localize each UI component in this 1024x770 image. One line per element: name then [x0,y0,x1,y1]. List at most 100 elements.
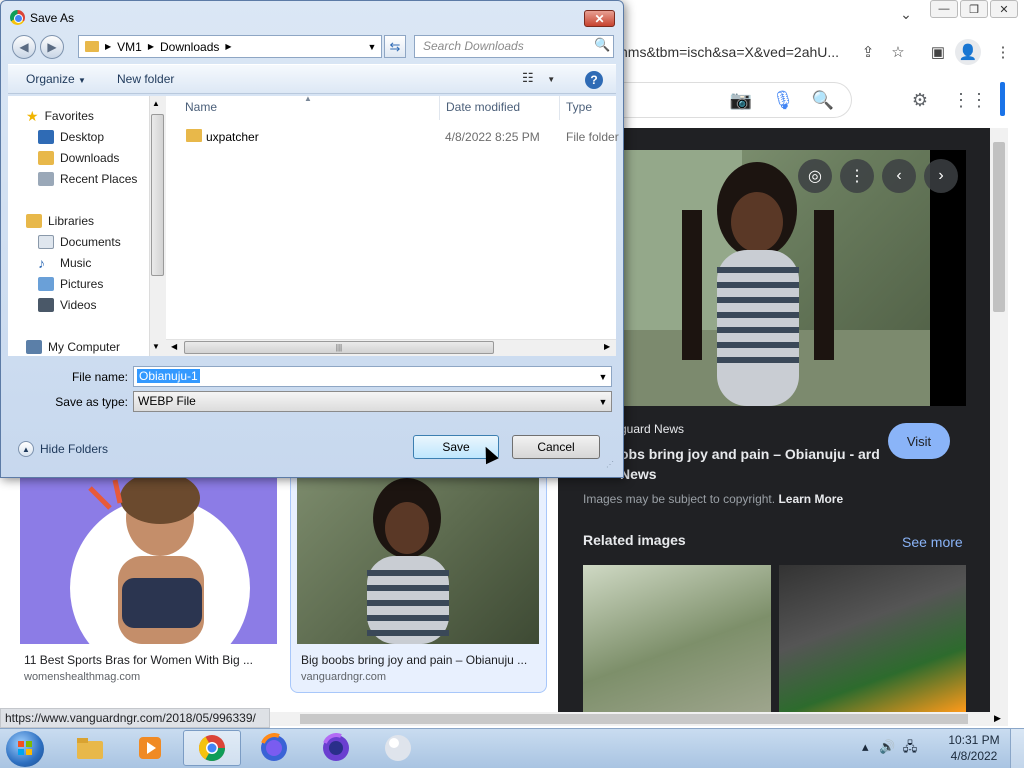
apps-grid-icon[interactable]: ⋮⋮ [952,86,988,114]
nav-item-desktop[interactable]: Desktop [38,127,104,147]
source-name[interactable]: guard News [620,422,684,436]
result-site-1[interactable]: womenshealthmag.com [24,671,140,683]
address-breadcrumb[interactable]: ▶ VM1 ▶ Downloads ▶ [78,35,382,58]
learn-more-link[interactable]: Learn More [778,492,843,506]
address-bar-url[interactable]: hms&tbm=isch&sa=X&ved=2ahU... [620,38,860,66]
hide-folders-button[interactable]: ▲ Hide Folders [18,441,108,457]
result-site-2[interactable]: vanguardngr.com [301,671,386,683]
file-list-scrollbar-thumb[interactable]: ||| [184,341,494,354]
network-icon[interactable]: 🖧 [903,739,918,754]
scroll-right-arrow-icon[interactable]: ▶ [994,713,1001,724]
visit-button[interactable]: Visit [888,423,950,459]
profile-avatar-icon[interactable]: 👤 [955,39,981,65]
nav-item-libraries[interactable]: Libraries [26,211,94,231]
scroll-left-arrow-icon[interactable]: ◀ [171,342,177,351]
tab-search-chevron-icon[interactable]: ⌄ [896,6,916,26]
nav-item-music[interactable]: ♪ Music [38,253,91,273]
app-orb-taskbar-icon[interactable] [369,730,427,766]
nav-pane-scrollbar-thumb[interactable] [151,114,164,276]
nav-item-pictures[interactable]: Pictures [38,274,103,294]
breadcrumb-item-downloads[interactable]: Downloads [160,40,219,54]
back-arrow-icon[interactable]: ◀ [12,35,36,59]
lens-icon[interactable]: ◎ [798,159,832,193]
chrome-menu-icon[interactable]: ⋮ [990,39,1016,65]
nav-item-downloads[interactable]: Downloads [38,148,119,168]
save-as-type-select[interactable]: WEBP File [133,391,612,412]
firefox-taskbar-icon[interactable] [245,730,303,766]
related-image-2[interactable] [779,565,966,712]
search-downloads-input[interactable]: Search Downloads [414,35,614,58]
breadcrumb-item-vm1[interactable]: VM1 [117,40,142,54]
page-scrollbar-thumb[interactable] [993,142,1005,312]
result-image-2[interactable] [297,478,539,644]
chevron-down-icon[interactable]: ▼ [547,75,555,84]
breadcrumb-chevron-icon[interactable]: ▶ [105,42,111,51]
settings-gear-icon[interactable]: ⚙ [906,86,934,114]
taskbar-clock[interactable]: 10:31 PM 4/8/2022 [944,732,1004,764]
hide-folders-label: Hide Folders [40,442,109,456]
nav-item-documents[interactable]: Documents [38,232,121,252]
related-image-1[interactable] [583,565,771,712]
preview-image[interactable] [622,150,966,406]
scroll-up-arrow-icon[interactable]: ▲ [152,99,160,108]
desktop-icon [38,130,54,144]
image-title-link[interactable]: obs bring joy and pain – Obianuju - ard … [620,444,880,484]
column-header-type[interactable]: Type [566,100,592,114]
forward-arrow-icon[interactable]: ▶ [40,35,64,59]
file-name-input[interactable]: Obianuju-1 [133,366,612,387]
see-more-link[interactable]: See more [902,534,963,550]
scroll-down-arrow-icon[interactable]: ▼ [152,342,160,351]
nav-item-videos[interactable]: Videos [38,295,96,315]
organize-button[interactable]: Organize ▼ [26,72,86,86]
nav-item-favorites[interactable]: ★ Favorites [26,106,94,126]
address-dropdown-icon[interactable]: ▼ [364,36,380,57]
media-player-taskbar-icon[interactable] [121,730,179,766]
help-icon[interactable]: ? [585,71,603,89]
nav-item-label: Libraries [48,214,95,228]
side-panel-icon[interactable]: ▣ [925,39,951,65]
result-title-2[interactable]: Big boobs bring joy and pain – Obianuju … [301,653,541,667]
result-title-1[interactable]: 11 Best Sports Bras for Women With Big .… [24,653,274,667]
camera-search-icon[interactable]: 📷 [727,86,755,114]
breadcrumb-chevron-icon[interactable]: ▶ [225,42,231,51]
column-separator[interactable] [439,96,440,120]
libraries-icon [26,214,42,228]
breadcrumb-chevron-icon[interactable]: ▶ [148,42,154,51]
resize-grip-icon[interactable]: ⋰ [606,460,614,469]
column-header-name[interactable]: Name [185,100,217,114]
column-header-date-modified[interactable]: Date modified [446,100,520,114]
nav-item-my-computer[interactable]: My Computer [26,337,120,357]
change-view-icon[interactable]: ☷ ▼ [522,70,555,86]
previous-image-icon[interactable]: ‹ [882,159,916,193]
search-icon[interactable]: 🔍 [594,37,612,55]
nav-item-recent-places[interactable]: Recent Places [38,169,137,189]
more-options-icon[interactable]: ⋮ [840,159,874,193]
scroll-right-arrow-icon[interactable]: ▶ [604,342,610,351]
show-desktop-button[interactable] [1010,729,1024,768]
chrome-taskbar-icon[interactable] [183,730,241,766]
result-image-1[interactable] [20,478,277,644]
column-separator[interactable] [559,96,560,120]
microphone-icon[interactable]: 🎙 [769,86,797,114]
next-image-icon[interactable]: › [924,159,958,193]
new-folder-button[interactable]: New folder [117,72,174,86]
dialog-close-button[interactable]: ✕ [584,10,615,27]
minimize-icon[interactable]: — [930,0,958,18]
save-as-type-dropdown-icon[interactable]: ▼ [595,392,611,411]
file-explorer-taskbar-icon[interactable] [61,730,119,766]
bookmark-star-icon[interactable]: ☆ [885,39,911,65]
close-window-icon[interactable]: ✕ [990,0,1018,18]
file-row[interactable]: uxpatcher 4/8/2022 8:25 PM File folder [184,128,619,148]
horizontal-scrollbar-thumb[interactable] [300,714,968,724]
file-name-dropdown-icon[interactable]: ▼ [595,367,611,386]
search-icon[interactable]: 🔍 [809,86,837,114]
navigation-pane: ★ Favorites Desktop Downloads Recent Plac… [8,96,166,356]
refresh-icon[interactable]: ⇆ [384,35,406,58]
tray-expand-icon[interactable]: ▴ [862,739,869,754]
maximize-icon[interactable]: ❐ [960,0,988,18]
share-icon[interactable]: ⇪ [855,39,881,65]
firefox-nightly-taskbar-icon[interactable] [307,730,365,766]
start-button-icon[interactable] [6,731,44,767]
cancel-button[interactable]: Cancel [512,435,600,459]
volume-icon[interactable]: 🔊 [879,739,895,754]
